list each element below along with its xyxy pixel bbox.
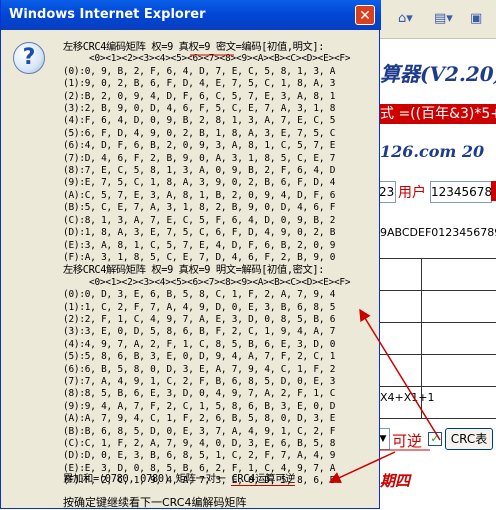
decode-row: (0):0, D, 3, E, 6, B, 5, 8, C, 1, F, 2, … [63, 289, 336, 301]
print-icon[interactable]: ▣ [470, 9, 482, 29]
checksum-text: 累加和=(0780, 0780) 矩阵一对一 [63, 473, 226, 485]
feeds-icon[interactable]: ▤▾ [434, 9, 453, 29]
alert-dialog: Windows Internet Explorer ✕ ? 左移CRC4编码矩阵… [0, 0, 381, 509]
encode-header: 左移CRC4编码矩阵 权=9 真权=9 密文=编码[初值,明文]: [63, 41, 325, 53]
close-button[interactable]: ✕ [355, 5, 375, 25]
matrix-text: 左移CRC4编码矩阵 权=9 真权=9 密文=编码[初值,明文]: <0><1>… [63, 41, 373, 488]
decode-row: (2):2, F, 1, C, 4, 9, 7, A, E, 3, D, 0, … [63, 313, 336, 325]
decode-row: (1):1, C, 2, F, 7, A, 4, 9, D, 0, E, 3, … [63, 301, 336, 313]
encode-row: (D):1, 8, A, 3, E, 7, 5, C, 6, F, D, 4, … [63, 227, 336, 239]
encode-row: (4):F, 6, 4, D, 0, 9, B, 2, 8, 1, 3, A, … [63, 115, 336, 127]
encode-row: (E):3, A, 8, 1, C, 5, 7, E, 4, D, F, 6, … [63, 239, 336, 251]
checksum-line: 累加和=(0780, 0780) 矩阵一对一 CRC4运算可逆 [63, 470, 296, 486]
reversible-label: 可逆 [392, 432, 423, 450]
encode-row: (C):8, 1, 3, A, 7, E, C, 5, F, 6, 4, D, … [63, 214, 336, 226]
decode-row: (9):9, 4, A, 7, F, 2, C, 1, 5, 8, 6, B, … [63, 400, 336, 412]
decode-row: (D):D, 0, E, 3, B, 6, 8, 5, 1, C, 2, F, … [63, 450, 336, 462]
dialog-title: Windows Internet Explorer [9, 7, 206, 22]
hex-string: 9ABCDEF0123456789 [380, 226, 496, 239]
browser-toolbar: ⌂▾ ▤▾ ▣ [380, 0, 496, 39]
polynomial-text: X4+X1+1 [380, 391, 435, 404]
dialog-titlebar[interactable]: Windows Internet Explorer ✕ [1, 0, 381, 30]
encode-row: (8):7, E, C, 5, 8, 1, 3, A, 0, 9, B, 2, … [63, 165, 336, 177]
encode-row: (3):2, B, 9, 0, D, 4, 6, F, 5, C, E, 7, … [63, 103, 336, 115]
decode-row: (7):7, A, 4, 9, 1, C, 2, F, B, 6, 8, 5, … [63, 375, 336, 387]
user-input[interactable]: 12345678 [430, 181, 492, 203]
decode-row: (4):4, 9, 7, A, 2, F, 1, C, 8, 5, B, 6, … [63, 338, 336, 350]
user-label: 用户 [398, 185, 426, 201]
home-icon[interactable]: ⌂▾ [398, 9, 413, 29]
decode-header: 左移CRC4解码矩阵 权=9 真权=9 明文=解码[初值,密文]: [63, 264, 325, 277]
number-input[interactable]: 23 [378, 181, 396, 203]
decode-matrix: (0):0, D, 3, E, 6, B, 5, 8, C, 1, F, 2, … [63, 289, 373, 488]
encode-row: (1):9, 0, 2, B, 6, F, D, 4, E, 7, 5, C, … [63, 78, 336, 90]
reversible-note: CRC4运算可逆 [231, 473, 296, 486]
page-title: 算器(V2.20) [380, 62, 496, 86]
encode-row: (0):0, 9, B, 2, F, 6, 4, D, 7, E, C, 5, … [63, 65, 336, 77]
encode-matrix: (0):0, 9, B, 2, F, 6, 4, D, 7, E, C, 5, … [63, 66, 373, 265]
decode-row: (C):C, 1, F, 2, A, 7, 9, 4, 0, D, 3, E, … [63, 438, 336, 449]
decode-row: (5):5, 8, 6, B, 3, E, 0, D, 9, 4, A, 7, … [63, 351, 336, 363]
decode-col-header: <0><1><2><3><4><5><6><7><8><9><A><B><C><… [89, 276, 351, 288]
decode-row: (B):B, 6, 8, 5, D, 0, E, 3, 7, A, 4, 9, … [63, 425, 336, 437]
encode-row: (9):E, 7, 5, C, 1, 8, A, 3, 9, 0, 2, B, … [63, 177, 336, 189]
encode-row: (7):D, 4, 6, F, 2, B, 9, 0, A, 3, 1, 8, … [63, 152, 336, 164]
decode-row: (3):3, E, 0, D, 5, 8, 6, B, F, 2, C, 1, … [63, 326, 336, 338]
encode-row: (B):5, C, E, 7, A, 3, 1, 8, 2, B, 9, 0, … [63, 202, 336, 214]
decode-row: (6):6, B, 5, 8, 0, D, 3, E, A, 7, 9, 4, … [63, 363, 336, 375]
reversible-checkbox[interactable]: ✓ [428, 432, 442, 446]
encode-row: (6):4, D, F, 6, B, 2, 0, 9, 3, A, 8, 1, … [63, 140, 336, 152]
decode-row: (8):8, 5, B, 6, E, 3, D, 0, 4, 9, 7, A, … [63, 388, 336, 400]
decode-row: (A):A, 7, 9, 4, C, 1, F, 2, 6, B, 5, 8, … [63, 413, 336, 425]
encode-row: (A):C, 5, 7, E, 3, A, 8, 1, B, 2, 0, 9, … [63, 189, 336, 201]
crc-table-button[interactable]: CRC表 [445, 428, 493, 450]
question-icon: ? [13, 42, 45, 74]
weekday-text: 期四 [380, 472, 411, 490]
site-url: 126.com 20 [380, 142, 485, 161]
encode-row: (2):B, 2, 0, 9, 4, D, F, 6, C, 5, 7, E, … [63, 90, 336, 102]
input-edge [491, 181, 496, 201]
formula-bar: 式 =((百年&3)*5+ [380, 104, 496, 124]
encode-row: (5):6, F, D, 4, 9, 0, 2, B, 1, 8, A, 3, … [63, 127, 336, 139]
encode-row: (F):A, 3, 1, 8, 5, C, E, 7, D, 4, 6, F, … [63, 251, 336, 263]
encode-col-header: <0><1><2><3><4><5><6><7><8><9><A><B><C><… [89, 53, 351, 65]
continue-prompt: 按确定键继续看下一CRC4编解码矩阵 [63, 496, 247, 509]
